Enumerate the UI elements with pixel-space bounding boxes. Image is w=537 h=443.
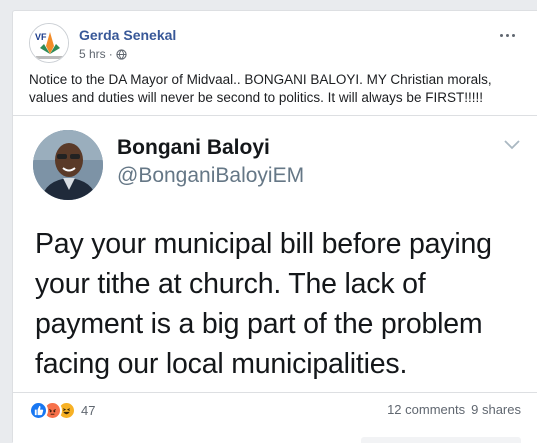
vf-logo-icon: VF: [30, 24, 68, 62]
author-name[interactable]: Gerda Senekal: [79, 27, 176, 43]
dot-icon: [505, 33, 509, 37]
tweet-image[interactable]: Bongani Baloyi @BonganiBaloyiEM Pay your…: [13, 115, 537, 393]
svg-text:VF: VF: [35, 32, 47, 42]
post-time[interactable]: 5 hrs: [79, 47, 106, 61]
post-header: VF Gerda Senekal 5 hrs ·: [29, 23, 525, 67]
reaction-count: 47: [81, 403, 96, 418]
person-photo-icon: [33, 130, 103, 200]
comments-count-link[interactable]: 12 comments: [387, 402, 465, 417]
post-text: Notice to the DA Mayor of Midvaal.. BONG…: [29, 72, 492, 105]
post-footer: 47 12 comments 9 shares: [29, 399, 521, 423]
shares-count-link[interactable]: 9 shares: [471, 402, 521, 417]
like-icon: [29, 401, 48, 420]
tweet-avatar: [33, 130, 103, 200]
globe-icon[interactable]: [116, 48, 127, 60]
post-meta: 5 hrs ·: [79, 47, 127, 61]
tweet-author-name: Bongani Baloyi: [117, 136, 270, 159]
tweet-text: Pay your municipal bill before paying yo…: [35, 228, 492, 380]
meta-separator: ·: [108, 47, 113, 61]
dot-icon: [499, 33, 503, 37]
chevron-down-icon: [504, 140, 520, 150]
post-stats: 12 comments 9 shares: [387, 402, 521, 417]
tweet-author-handle: @BonganiBaloyiEM: [117, 164, 305, 187]
action-bar-segment: [361, 437, 521, 443]
author-avatar[interactable]: VF: [29, 23, 69, 63]
reactions-summary[interactable]: 47: [29, 401, 95, 420]
dot-icon: [511, 33, 515, 37]
more-options-button[interactable]: [495, 25, 519, 45]
post-card: VF Gerda Senekal 5 hrs · Notice to the D…: [12, 10, 537, 443]
